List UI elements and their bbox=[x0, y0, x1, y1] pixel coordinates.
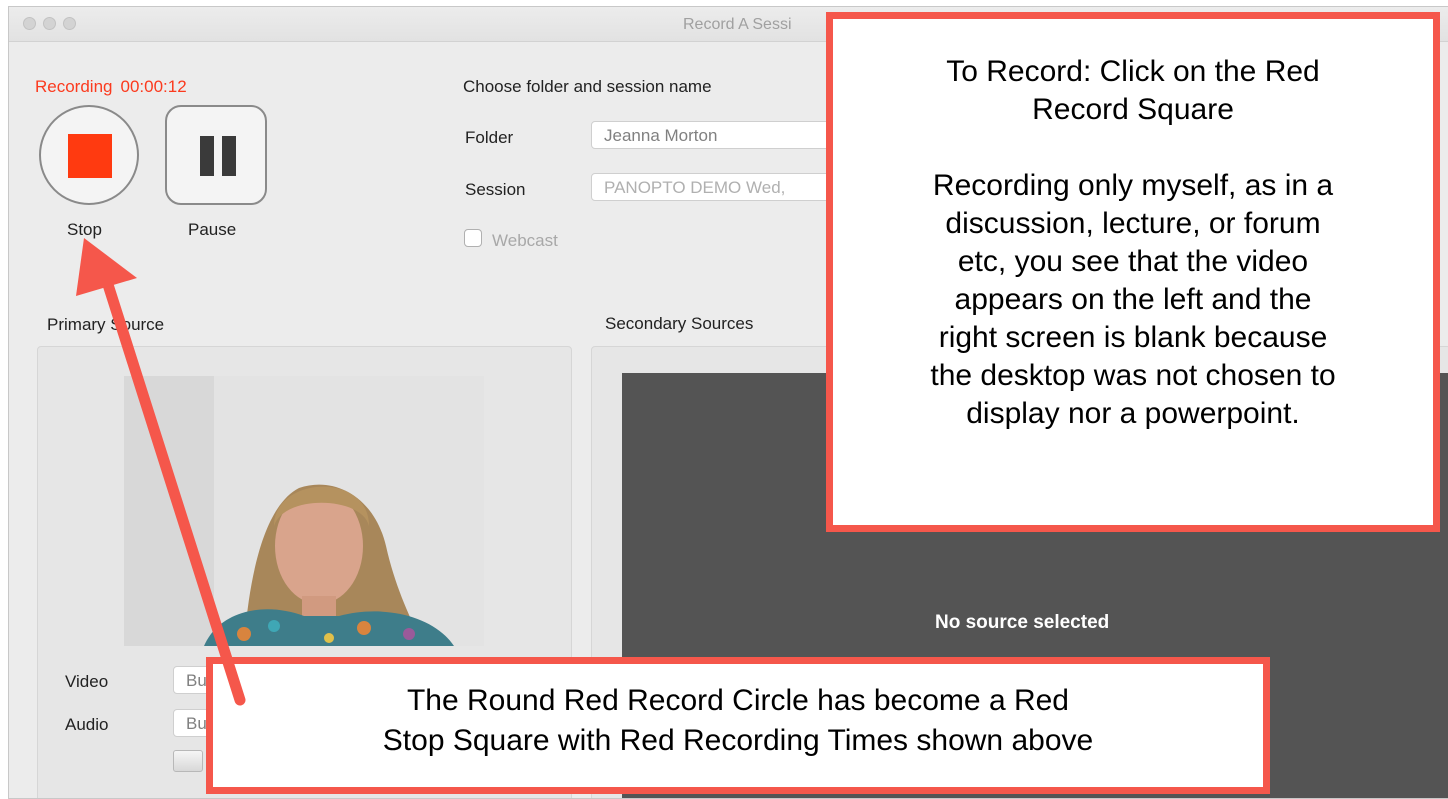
recording-timer: 00:00:12 bbox=[120, 77, 187, 96]
zoom-window-button[interactable] bbox=[63, 17, 76, 30]
folder-label: Folder bbox=[465, 128, 514, 147]
recording-status: Recording 00:00:12 bbox=[35, 77, 195, 97]
minimize-window-button[interactable] bbox=[43, 17, 56, 30]
callout-line: display nor a powerpoint. bbox=[966, 397, 1300, 430]
session-name-field[interactable]: PANOPTO DEMO Wed, bbox=[591, 173, 851, 201]
callout-line: the desktop was not chosen to bbox=[930, 359, 1336, 392]
secondary-sources-heading: Secondary Sources bbox=[605, 314, 754, 333]
webcast-label: Webcast bbox=[492, 231, 558, 250]
callout-line: The Round Red Record Circle has become a… bbox=[406, 684, 1069, 717]
close-window-button[interactable] bbox=[23, 17, 36, 30]
pause-icon-bar bbox=[222, 136, 236, 176]
instruction-callout: To Record: Click on the Red Record Squar… bbox=[826, 12, 1440, 532]
audio-level-meter bbox=[173, 750, 203, 772]
pause-icon bbox=[200, 136, 214, 176]
audio-label: Audio bbox=[65, 715, 109, 734]
video-label: Video bbox=[65, 672, 109, 691]
folder-field[interactable]: Jeanna Morton bbox=[591, 121, 851, 149]
recording-status-label: Recording bbox=[35, 77, 113, 96]
callout-line: discussion, lecture, or forum bbox=[945, 207, 1321, 240]
person-video-frame bbox=[124, 376, 484, 646]
callout-line: Recording only myself, as in a bbox=[932, 169, 1334, 202]
session-heading: Choose folder and session name bbox=[463, 77, 712, 96]
stop-button-label: Stop bbox=[67, 220, 102, 239]
camera-preview bbox=[124, 376, 484, 646]
session-label: Session bbox=[465, 180, 526, 199]
callout-line: To Record: Click on the Red bbox=[946, 55, 1320, 88]
callout-line: Record Square bbox=[1032, 93, 1234, 126]
no-source-message: No source selected bbox=[935, 612, 1110, 633]
stop-square-callout: The Round Red Record Circle has become a… bbox=[206, 657, 1270, 794]
pause-button[interactable] bbox=[165, 105, 267, 205]
pause-button-label: Pause bbox=[188, 220, 237, 239]
callout-line: Stop Square with Red Recording Times sho… bbox=[382, 724, 1094, 757]
callout-line: appears on the left and the bbox=[954, 283, 1312, 316]
stop-square-icon bbox=[68, 134, 112, 178]
stop-button[interactable] bbox=[39, 105, 139, 205]
callout-line: right screen is blank because bbox=[938, 321, 1328, 354]
webcast-checkbox[interactable] bbox=[464, 229, 482, 247]
callout-line: etc, you see that the video bbox=[957, 245, 1309, 278]
window-title: Record A Sessi bbox=[683, 16, 792, 33]
primary-source-heading: Primary Source bbox=[47, 315, 165, 334]
